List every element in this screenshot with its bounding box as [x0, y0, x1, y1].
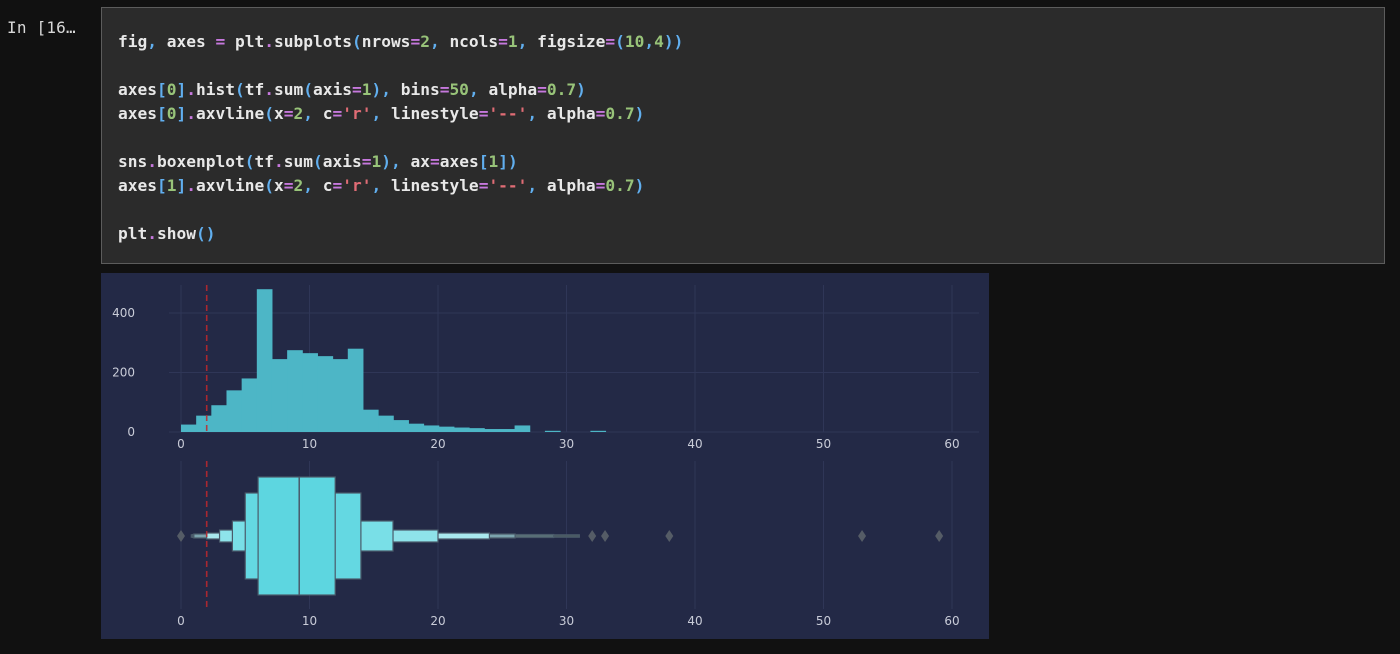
histogram-bar: [362, 409, 379, 432]
histogram-bar: [226, 390, 243, 432]
y-tick-label: 400: [112, 306, 135, 320]
code-line: sns.boxenplot(tf.sum(axis=1), ax=axes[1]…: [118, 152, 518, 171]
histogram-bar: [211, 405, 227, 432]
code-cell[interactable]: fig, axes = plt.subplots(nrows=2, ncols=…: [101, 7, 1385, 264]
x-tick-label: 40: [687, 614, 702, 628]
code-line: axes[1].axvline(x=2, c='r', linestyle='-…: [118, 176, 645, 195]
x-tick-label: 50: [816, 614, 831, 628]
cell-output: 0 200 400 0 10 20 30 40 50 60 0 10 20 30 40 50 60: [101, 273, 989, 639]
x-tick-label: 20: [430, 614, 445, 628]
histogram-bar: [408, 423, 425, 432]
x-tick-label: 0: [177, 437, 185, 451]
histogram-bar: [302, 353, 318, 432]
histogram-bar: [347, 348, 364, 432]
code-line: axes[0].hist(tf.sum(axis=1), bins=50, al…: [118, 80, 586, 99]
histogram-bar: [256, 289, 273, 432]
x-tick-label: 10: [302, 614, 317, 628]
histogram-bar: [271, 359, 288, 432]
figure-background: [101, 273, 989, 639]
histogram-bar: [287, 350, 303, 432]
x-tick-label: 30: [559, 614, 574, 628]
x-tick-label: 30: [559, 437, 574, 451]
histogram-bar: [241, 378, 258, 432]
y-tick-label: 200: [112, 366, 135, 380]
cell-prompt: In [16…: [7, 18, 76, 37]
histogram-bar: [484, 429, 500, 432]
x-tick-label: 50: [816, 437, 831, 451]
x-tick-label: 60: [944, 614, 959, 628]
histogram-bar: [332, 359, 349, 432]
code-line: fig, axes = plt.subplots(nrows=2, ncols=…: [118, 32, 684, 51]
histogram-bar: [469, 428, 485, 432]
histogram-bar: [499, 429, 516, 432]
histogram-bar: [423, 425, 440, 432]
histogram-bar: [196, 415, 212, 432]
x-tick-label: 20: [430, 437, 445, 451]
histogram-bar: [544, 430, 561, 432]
figure: 0 200 400 0 10 20 30 40 50 60 0 10 20 30 40 50 60: [101, 273, 989, 639]
code-line: axes[0].axvline(x=2, c='r', linestyle='-…: [118, 104, 645, 123]
x-tick-label: 40: [687, 437, 702, 451]
histogram-bar: [393, 420, 409, 432]
code-line: plt.show(): [118, 224, 216, 243]
histogram-bar: [514, 425, 531, 432]
histogram-bar: [317, 356, 334, 432]
histogram-bar: [378, 415, 394, 432]
histogram-bar: [590, 430, 607, 432]
histogram-bar: [181, 424, 197, 432]
y-tick-label: 0: [127, 425, 135, 439]
x-tick-label: 60: [944, 437, 959, 451]
histogram-bar: [438, 426, 455, 432]
boxen-box: [257, 476, 336, 596]
histogram-bar: [453, 427, 470, 432]
x-tick-label: 0: [177, 614, 185, 628]
x-tick-label: 10: [302, 437, 317, 451]
